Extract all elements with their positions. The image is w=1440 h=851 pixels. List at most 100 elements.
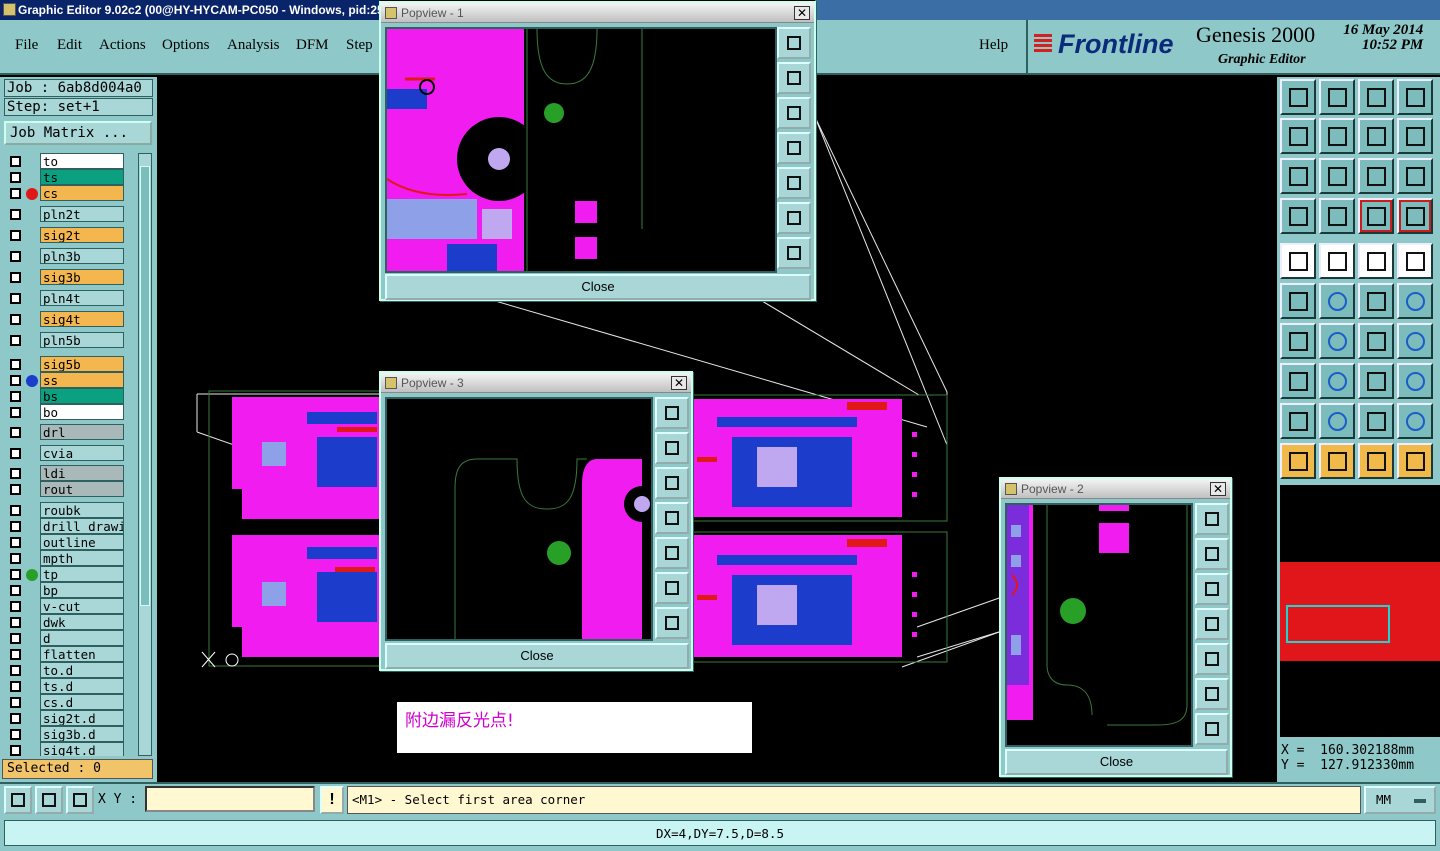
point-tool-button[interactable] [1280, 363, 1316, 399]
pan-right-button[interactable] [1195, 643, 1229, 675]
pan-down-button[interactable] [655, 467, 689, 499]
zoom-out-button[interactable] [1195, 713, 1229, 745]
menu-dfm[interactable]: DFM [296, 37, 329, 54]
zoom-in-button[interactable] [1195, 678, 1229, 710]
layer-checkbox[interactable] [10, 537, 21, 548]
layer-name[interactable]: drl [40, 424, 124, 440]
layer-row-tp[interactable]: tp [6, 566, 126, 582]
net-red-tool-button[interactable] [1358, 198, 1394, 234]
arc-tool-button[interactable] [1358, 323, 1394, 359]
layer-name[interactable]: d [40, 630, 124, 646]
pan-right-button[interactable] [777, 167, 811, 199]
popview-close-icon[interactable]: ✕ [1210, 482, 1226, 496]
layer-name[interactable]: ss [40, 372, 124, 388]
layer-name[interactable]: sig4t [40, 311, 124, 327]
layer-row-drl[interactable]: drl [6, 424, 126, 440]
pan-down-button[interactable] [777, 97, 811, 129]
layer-name[interactable]: sig2t.d [40, 710, 124, 726]
layer-checkbox[interactable] [10, 172, 21, 183]
layer-row-flatten[interactable]: flatten [6, 646, 126, 662]
layer-checkbox[interactable] [10, 521, 21, 532]
layer-row-to[interactable]: to [6, 153, 126, 169]
layer-checkbox[interactable] [10, 230, 21, 241]
pan-down-button[interactable] [1195, 573, 1229, 605]
layer-name[interactable]: drill_drawin [40, 518, 124, 534]
pointer-select-tool-button[interactable] [1358, 443, 1394, 479]
popview-1-window[interactable]: Popview - 1 ✕ Close [379, 1, 816, 301]
mirror-tool-button[interactable] [1358, 118, 1394, 154]
layer-row-drill-drawin[interactable]: drill_drawin [6, 518, 126, 534]
pan-left-button[interactable] [655, 502, 689, 534]
layer-row-bp[interactable]: bp [6, 582, 126, 598]
layer-checkbox[interactable] [10, 188, 21, 199]
layer-checkbox[interactable] [10, 681, 21, 692]
layer-row-sig4t-d[interactable]: sig4t.d [6, 742, 126, 756]
triangle-line-tool-button[interactable] [1358, 403, 1394, 439]
hatch-tool-button[interactable] [1319, 243, 1355, 279]
layer-checkbox[interactable] [10, 375, 21, 386]
xy-input[interactable] [145, 786, 315, 812]
layer-name[interactable]: tp [40, 566, 124, 582]
layer-row-sig2t[interactable]: sig2t [6, 227, 126, 243]
layer-checkbox[interactable] [10, 697, 21, 708]
cross-tool-button[interactable] [1319, 283, 1355, 319]
pointer-tool-button[interactable] [1280, 443, 1316, 479]
pad-tool-button[interactable] [1397, 363, 1433, 399]
layer-name[interactable]: bo [40, 404, 124, 420]
layer-name[interactable]: ts [40, 169, 124, 185]
center-tool-button[interactable] [1319, 363, 1355, 399]
menu-options[interactable]: Options [162, 37, 210, 54]
layer-name[interactable]: ldi [40, 465, 124, 481]
text-tool-button[interactable] [1397, 323, 1433, 359]
pan-left-button[interactable] [1195, 608, 1229, 640]
window-titlebar[interactable]: Graphic Editor 9.02c2 (00@HY-HYCAM-PC050… [0, 0, 380, 20]
layer-checkbox[interactable] [10, 391, 21, 402]
popview-canvas[interactable] [385, 397, 653, 641]
layer-checkbox[interactable] [10, 569, 21, 580]
layer-row-cvia[interactable]: cvia [6, 445, 126, 461]
layer-scrollbar[interactable] [138, 153, 152, 756]
ruler-tool-button[interactable] [1358, 243, 1394, 279]
layer-name[interactable]: sig4t.d [40, 742, 124, 756]
snap-mode-button[interactable] [4, 786, 32, 814]
layer-checkbox[interactable] [10, 407, 21, 418]
layer-name[interactable]: bp [40, 582, 124, 598]
pan-up-button[interactable] [655, 432, 689, 464]
zoom-out-button[interactable] [655, 607, 689, 639]
zoom-fit-button[interactable] [655, 397, 689, 429]
connect-tool-button[interactable] [1397, 283, 1433, 319]
layer-name[interactable]: to [40, 153, 124, 169]
pan-up-button[interactable] [1195, 538, 1229, 570]
layer-checkbox[interactable] [10, 601, 21, 612]
ratio-tool-button[interactable] [1358, 158, 1394, 194]
line-tool-button[interactable] [1319, 323, 1355, 359]
layer-name[interactable]: sig3b.d [40, 726, 124, 742]
layer-row-sig5b[interactable]: sig5b [6, 356, 126, 372]
net-select-tool-button[interactable] [1397, 198, 1433, 234]
zoom-previous-tool-button[interactable] [1319, 79, 1355, 115]
layer-row-ts[interactable]: ts [6, 169, 126, 185]
layer-checkbox[interactable] [10, 156, 21, 167]
measure-tool-button[interactable] [1358, 363, 1394, 399]
menu-file[interactable]: File [15, 37, 38, 54]
query-tool-button[interactable] [1397, 158, 1433, 194]
layer-row-ss[interactable]: ss [6, 372, 126, 388]
layer-checkbox[interactable] [10, 272, 21, 283]
layer-name[interactable]: pln5b [40, 332, 124, 348]
job-matrix-button[interactable]: Job Matrix ... [4, 121, 152, 145]
route-tool-button[interactable] [1397, 443, 1433, 479]
vector-tool-button[interactable] [1358, 283, 1394, 319]
layer-row-dwk[interactable]: dwk [6, 614, 126, 630]
layer-name[interactable]: cvia [40, 445, 124, 461]
tools-tool-button[interactable] [1280, 198, 1316, 234]
frame-tool-button[interactable] [1397, 243, 1433, 279]
menu-analysis[interactable]: Analysis [227, 37, 280, 54]
zoom-in-button[interactable] [777, 202, 811, 234]
layer-name[interactable]: cs [40, 185, 124, 201]
layer-checkbox[interactable] [10, 468, 21, 479]
layer-name[interactable]: pln3b [40, 248, 124, 264]
node-tool-button[interactable] [1280, 283, 1316, 319]
layer-row-rout[interactable]: rout [6, 481, 126, 497]
pan-right-tool-button[interactable] [1319, 118, 1355, 154]
pan-right-button[interactable] [655, 537, 689, 569]
